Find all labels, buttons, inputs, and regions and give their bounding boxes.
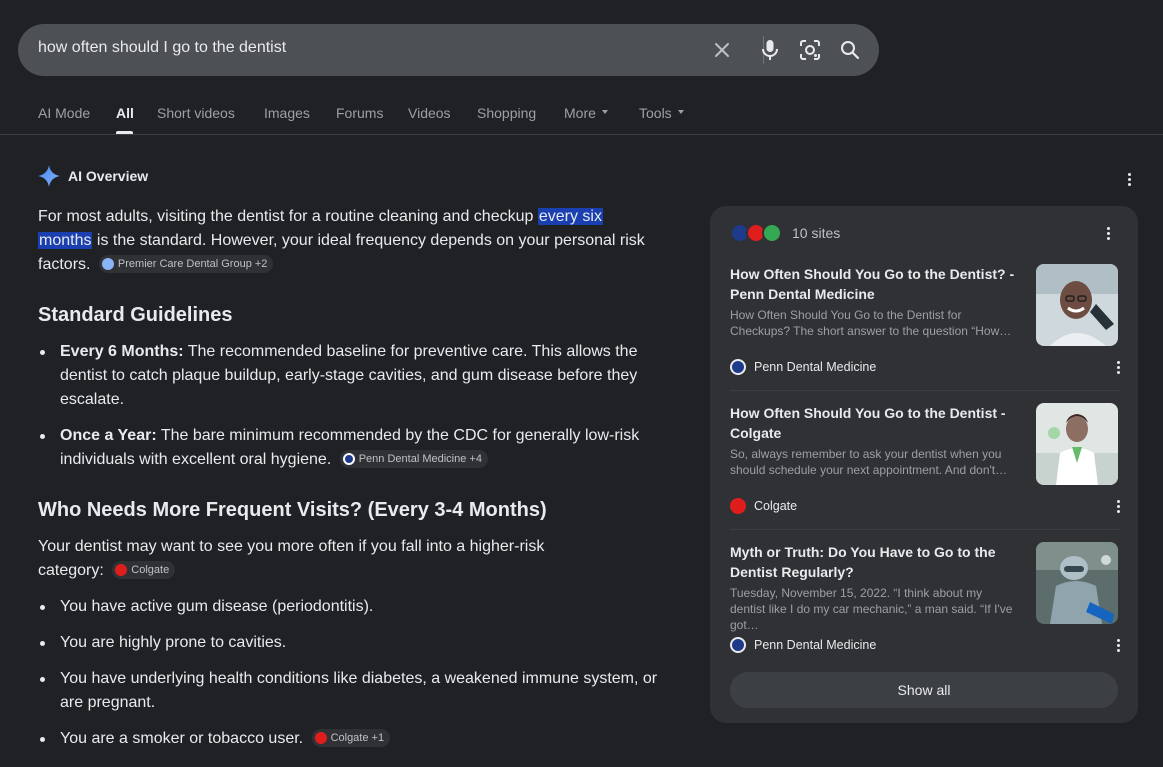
search-tabs: AI Mode All Short videos Images Forums V… xyxy=(0,96,1163,135)
source-card-thumbnail[interactable] xyxy=(1036,542,1118,624)
list-item: You have active gum disease (periodontit… xyxy=(38,595,678,619)
tab-images[interactable]: Images xyxy=(264,105,310,121)
list-item: You have underlying health conditions li… xyxy=(38,667,678,715)
ai-overview-title: AI Overview xyxy=(68,168,149,184)
list-item-bold: Once a Year: xyxy=(60,427,157,444)
globe-icon xyxy=(101,257,114,270)
citation-chip[interactable]: Premier Care Dental Group +2 xyxy=(98,254,274,273)
active-tab-indicator xyxy=(116,131,133,134)
section-intro: Your dentist may want to see you more of… xyxy=(38,535,578,583)
penn-logo-icon xyxy=(730,637,746,653)
tab-tools-label: Tools xyxy=(639,105,672,121)
sources-header[interactable]: 10 sites xyxy=(730,223,840,243)
card-menu-icon[interactable] xyxy=(1108,635,1128,655)
list-item: You are a smoker or tobacco user. Colgat… xyxy=(38,727,678,751)
chip-label: Colgate xyxy=(131,563,170,576)
tab-short-videos[interactable]: Short videos xyxy=(157,105,235,121)
lens-icon[interactable] xyxy=(798,38,822,62)
highlight-text: every six xyxy=(537,208,603,225)
sources-panel: 10 sites How Often Should You Go to the … xyxy=(710,206,1138,723)
list-item: You are highly prone to cavities. xyxy=(38,631,678,655)
list-item: Every 6 Months: The recommended baseline… xyxy=(38,340,658,412)
clear-icon[interactable] xyxy=(710,38,734,62)
chip-label: Colgate +1 xyxy=(330,731,385,744)
overview-intro: For most adults, visiting the dentist fo… xyxy=(38,205,668,277)
intro-text: For most adults, visiting the dentist fo… xyxy=(38,208,538,225)
tab-videos[interactable]: Videos xyxy=(408,105,451,121)
source-name: Colgate xyxy=(754,499,798,513)
divider xyxy=(730,529,1120,530)
source-favicons xyxy=(730,223,782,243)
tab-more-label: More xyxy=(564,105,596,121)
delta-logo-icon xyxy=(762,223,782,243)
card-menu-icon[interactable] xyxy=(1108,496,1128,516)
section-heading: Standard Guidelines xyxy=(38,304,233,326)
source-card-site[interactable]: Colgate xyxy=(730,498,797,514)
source-name: Penn Dental Medicine xyxy=(754,638,877,652)
sites-count: 10 sites xyxy=(792,225,841,241)
show-all-button[interactable]: Show all xyxy=(730,672,1118,708)
search-icon[interactable] xyxy=(838,38,862,62)
tab-ai-mode[interactable]: AI Mode xyxy=(38,105,90,121)
ai-overview-header: AI Overview xyxy=(38,165,148,187)
penn-logo-icon xyxy=(730,359,746,375)
microphone-icon[interactable] xyxy=(758,38,782,62)
divider xyxy=(730,390,1120,391)
source-card-thumbnail[interactable] xyxy=(1036,403,1118,485)
guidelines-list: Every 6 Months: The recommended baseline… xyxy=(38,340,678,472)
highlight-text: months xyxy=(38,232,93,249)
overview-menu-icon[interactable] xyxy=(1119,169,1139,189)
card-menu-icon[interactable] xyxy=(1108,357,1128,377)
list-item: Once a Year: The bare minimum recommende… xyxy=(38,424,658,472)
source-name: Penn Dental Medicine xyxy=(754,360,877,374)
source-card-snippet: How Often Should You Go to the Dentist f… xyxy=(730,308,1012,338)
chip-label: Penn Dental Medicine +4 xyxy=(358,452,482,465)
list-item-text: You are a smoker or tobacco user. xyxy=(60,730,304,747)
source-card-title[interactable]: Myth or Truth: Do You Have to Go to the … xyxy=(730,542,1025,582)
ai-overview-body: For most adults, visiting the dentist fo… xyxy=(38,205,678,751)
panel-menu-icon[interactable] xyxy=(1098,223,1118,243)
colgate-logo-icon xyxy=(314,731,327,744)
penn-logo-icon xyxy=(342,452,355,465)
gemini-sparkle-icon xyxy=(38,165,60,187)
source-card-title[interactable]: How Often Should You Go to the Dentist? … xyxy=(730,264,1025,304)
citation-chip[interactable]: Penn Dental Medicine +4 xyxy=(339,449,488,468)
source-card-snippet: So, always remember to ask your dentist … xyxy=(730,447,1008,477)
search-input[interactable]: how often should I go to the dentist xyxy=(38,39,286,57)
source-card-thumbnail[interactable] xyxy=(1036,264,1118,346)
tab-shopping[interactable]: Shopping xyxy=(477,105,536,121)
citation-chip[interactable]: Colgate xyxy=(112,560,176,579)
search-bar[interactable]: how often should I go to the dentist xyxy=(18,24,879,76)
source-card-site[interactable]: Penn Dental Medicine xyxy=(730,359,876,375)
list-item-bold: Every 6 Months: xyxy=(60,343,184,360)
citation-chip[interactable]: Colgate +1 xyxy=(311,728,391,747)
colgate-logo-icon xyxy=(730,498,746,514)
tab-forums[interactable]: Forums xyxy=(336,105,383,121)
tab-all[interactable]: All xyxy=(116,105,134,121)
chevron-down-icon xyxy=(677,110,684,115)
source-card-snippet: Tuesday, November 15, 2022. “I think abo… xyxy=(730,586,1013,632)
tab-more[interactable]: More xyxy=(564,105,608,121)
source-card-site[interactable]: Penn Dental Medicine xyxy=(730,637,876,653)
colgate-logo-icon xyxy=(115,563,128,576)
chevron-down-icon xyxy=(601,110,608,115)
tab-tools[interactable]: Tools xyxy=(639,105,684,121)
section-heading: Who Needs More Frequent Visits? (Every 3… xyxy=(38,499,547,521)
source-card-title[interactable]: How Often Should You Go to the Dentist -… xyxy=(730,403,1025,443)
risk-list: You have active gum disease (periodontit… xyxy=(38,595,678,751)
chip-label: Premier Care Dental Group +2 xyxy=(117,257,268,270)
